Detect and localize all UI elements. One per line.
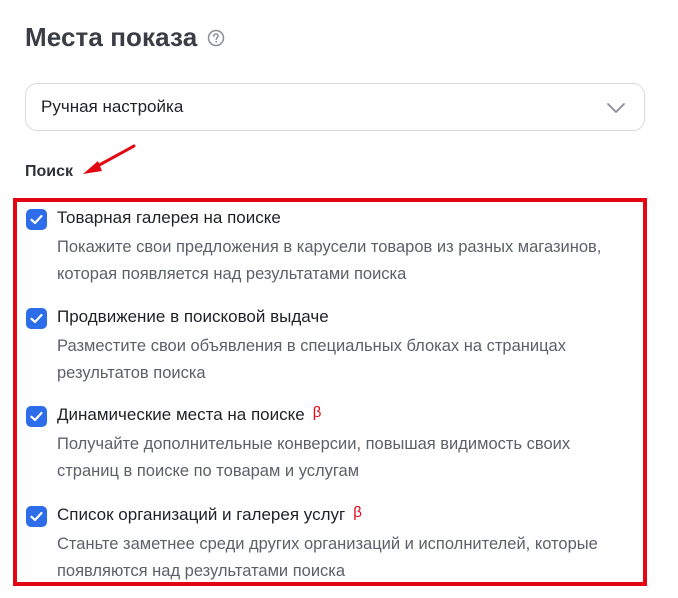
checkbox-organizations-list[interactable] [26, 506, 47, 527]
placement-select[interactable]: Ручная настройка [25, 83, 645, 131]
check-icon [30, 214, 43, 225]
option-title-text: Продвижение в поисковой выдаче [57, 307, 329, 326]
option-title-text: Динамические места на поиске [57, 405, 305, 424]
checkbox-dynamic-places[interactable] [26, 406, 47, 427]
checkbox-product-gallery[interactable] [26, 209, 47, 230]
title-row: Места показа [25, 22, 225, 53]
placement-select-value: Ручная настройка [41, 97, 184, 116]
red-arrow-annotation [83, 144, 136, 174]
option-description: Получайте дополнительные конверсии, повы… [57, 435, 571, 480]
option-title: Продвижение в поисковой выдаче [57, 307, 329, 327]
check-icon [30, 511, 43, 522]
checkbox-search-promotion[interactable] [26, 308, 47, 329]
check-icon [30, 313, 43, 324]
option-description: Покажите свои предложения в карусели тов… [57, 238, 602, 283]
beta-badge: β [353, 504, 362, 521]
option-title: Товарная галерея на поиске [57, 208, 281, 228]
option-title-text: Товарная галерея на поиске [57, 208, 281, 227]
check-icon [30, 411, 43, 422]
page-title: Места показа [25, 22, 198, 52]
option-title: Динамические места на поиске β [57, 404, 322, 425]
option-title-text: Список организаций и галерея услуг [57, 505, 346, 524]
question-circle-icon[interactable] [207, 29, 225, 47]
option-title: Список организаций и галерея услуг β [57, 504, 362, 525]
chevron-down-icon [607, 103, 625, 113]
section-label-search: Поиск [25, 163, 74, 180]
beta-badge: β [312, 404, 322, 421]
option-description: Разместите свои объявления в специальных… [57, 337, 566, 382]
option-description: Станьте заметнее среди других организаци… [57, 535, 598, 580]
